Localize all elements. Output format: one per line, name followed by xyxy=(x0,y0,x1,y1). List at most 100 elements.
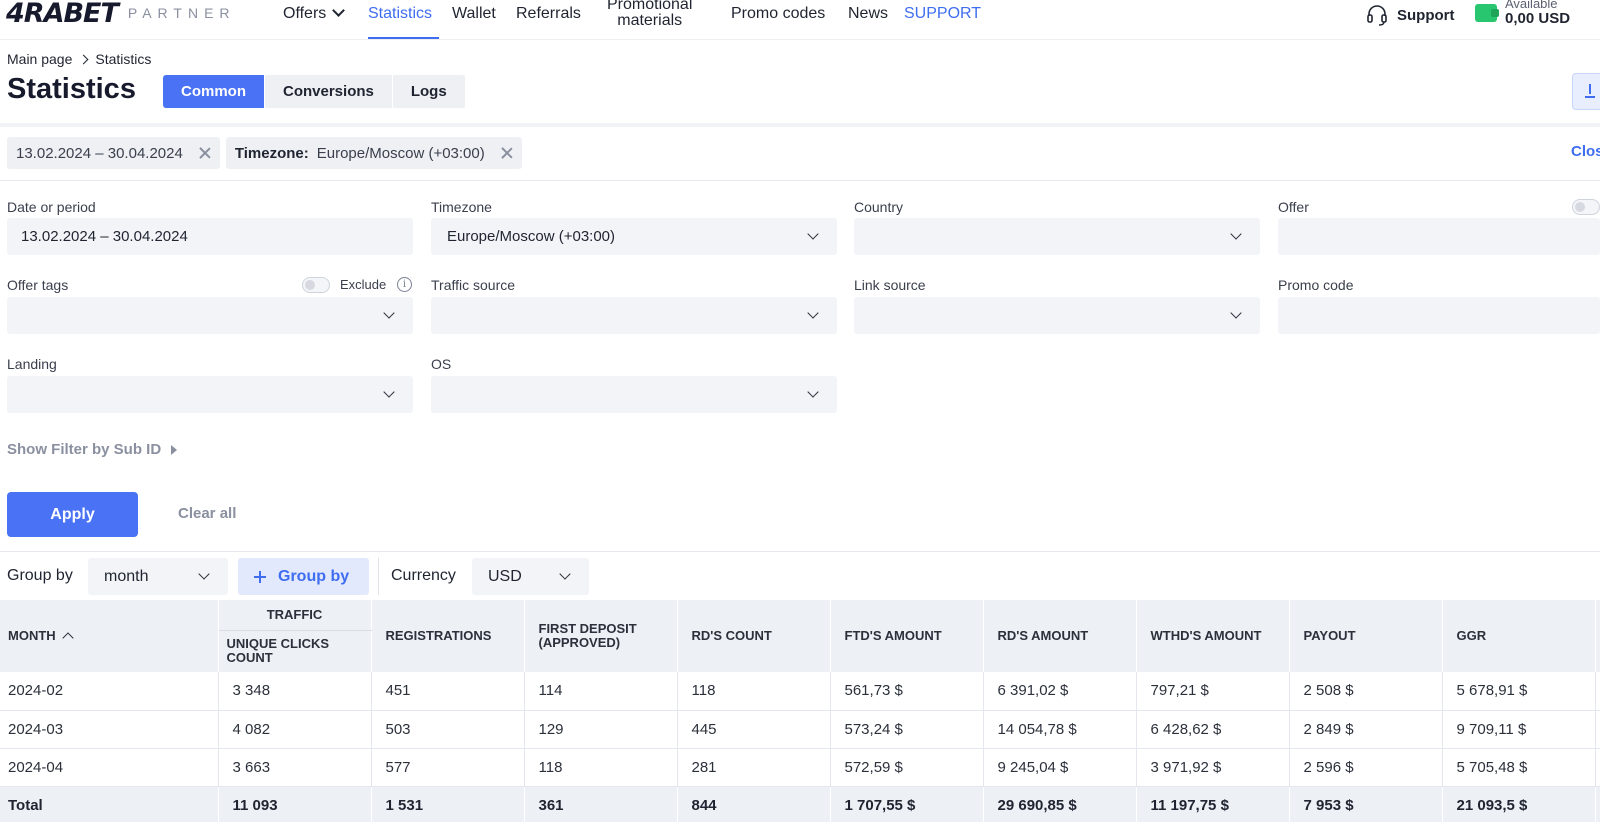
period-chip: 13.02.2024 – 30.04.2024 xyxy=(7,137,220,169)
column-header[interactable]: RD'S AMOUNT xyxy=(983,600,1137,672)
table-cell: 844 xyxy=(677,786,831,822)
tab-conversions[interactable]: Conversions xyxy=(265,75,393,108)
nav-promo-codes[interactable]: Promo codes xyxy=(731,5,825,23)
nav-promo-line-2: materials xyxy=(617,12,683,29)
add-group-by-label: Group by xyxy=(278,567,350,585)
landing-select[interactable] xyxy=(7,376,413,413)
offer-toggle[interactable] xyxy=(1572,199,1600,215)
chevron-down-icon xyxy=(807,386,819,398)
table-cell: 561,73 $ xyxy=(830,672,984,711)
caret-right-icon xyxy=(171,444,178,455)
table-cell: 281 xyxy=(677,748,831,787)
nav-wallet[interactable]: Wallet xyxy=(452,5,496,23)
currency-label: Currency xyxy=(391,567,456,584)
table-cell: Total xyxy=(0,786,219,822)
chevron-down-icon xyxy=(807,228,819,240)
group-by-select[interactable]: month xyxy=(88,558,228,595)
column-header[interactable]: PAYOUT xyxy=(1289,600,1443,672)
column-header-overflow xyxy=(1595,600,1600,672)
column-header[interactable]: REGISTRATIONS xyxy=(371,600,525,672)
promo-code-input[interactable] xyxy=(1278,297,1600,334)
chevron-down-icon xyxy=(559,568,571,580)
balance-amount: 0,00 USD xyxy=(1505,10,1571,27)
table-cell: 6 391,02 $ xyxy=(983,672,1137,711)
nav-promotional-materials[interactable]: Promotional materials xyxy=(607,0,692,29)
info-icon[interactable]: i xyxy=(397,277,412,292)
date-period-value: 13.02.2024 – 30.04.2024 xyxy=(21,228,188,245)
wallet-balance[interactable]: Available 0,00 USD xyxy=(1475,0,1570,26)
table-cell: 7 953 $ xyxy=(1289,786,1443,822)
column-header-month[interactable]: MONTH xyxy=(0,600,219,672)
wallet-icon xyxy=(1475,4,1499,22)
breadcrumb: Main page Statistics xyxy=(7,51,151,67)
divider xyxy=(0,180,1600,181)
os-select[interactable] xyxy=(431,376,837,413)
nav-referrals[interactable]: Referrals xyxy=(516,5,581,23)
date-period-label: Date or period xyxy=(7,199,96,215)
traffic-source-select[interactable] xyxy=(431,297,837,334)
nav-support[interactable]: SUPPORT xyxy=(904,5,981,23)
breadcrumb-home[interactable]: Main page xyxy=(7,51,72,67)
clear-all-link[interactable]: Clear all xyxy=(178,505,236,522)
table-cell: 118 xyxy=(524,748,678,787)
column-header[interactable]: FTD'S AMOUNT xyxy=(830,600,984,672)
apply-button[interactable]: Apply xyxy=(7,492,138,537)
column-group-traffic: TRAFFIC xyxy=(218,600,372,631)
link-source-select[interactable] xyxy=(854,297,1260,334)
currency-select[interactable]: USD xyxy=(472,558,589,595)
nav-statistics[interactable]: Statistics xyxy=(368,5,432,23)
traffic-source-label: Traffic source xyxy=(431,277,516,293)
table-cell: 9 245,04 $ xyxy=(983,748,1137,787)
remove-timezone-icon[interactable] xyxy=(501,147,513,159)
divider xyxy=(0,123,1600,127)
column-header[interactable]: WTHD'S AMOUNT xyxy=(1136,600,1290,672)
support-button[interactable]: Support xyxy=(1365,3,1455,27)
table-cell: 2024-02 xyxy=(0,672,219,711)
tab-logs[interactable]: Logs xyxy=(393,75,466,108)
nav-news[interactable]: News xyxy=(848,5,888,23)
nav-offers[interactable]: Offers xyxy=(283,4,346,23)
tab-common[interactable]: Common xyxy=(163,75,265,108)
offer-select[interactable] xyxy=(1278,218,1600,255)
chevron-down-icon xyxy=(383,386,395,398)
add-group-by-button[interactable]: Group by xyxy=(238,558,369,595)
total-row: Total 11 093 1 531 361 844 1 707,55 $29 690,8… xyxy=(0,786,1600,822)
date-period-input[interactable]: 13.02.2024 – 30.04.2024 xyxy=(7,218,413,255)
table-cell: 129 xyxy=(524,710,678,749)
table-cell: 2024-04 xyxy=(0,748,219,787)
download-button[interactable] xyxy=(1572,73,1600,110)
table-cell: 573,24 $ xyxy=(830,710,984,749)
table-row: 2024-04 3 663 577 118 281 572,59 $9 245,04 $3… xyxy=(0,748,1600,787)
show-subid-filter-link[interactable]: Show Filter by Sub ID xyxy=(7,441,178,458)
column-header[interactable]: UNIQUE CLICKS COUNT xyxy=(218,630,372,672)
exclude-toggle[interactable] xyxy=(302,277,330,293)
close-filters-link[interactable]: Close xyxy=(1571,143,1600,160)
chevron-down-icon xyxy=(1230,228,1242,240)
offer-tags-select[interactable] xyxy=(7,297,413,334)
country-select[interactable] xyxy=(854,218,1260,255)
download-icon xyxy=(1585,84,1595,98)
top-navigation: 4RABET PARTNER Offers Statistics Wallet … xyxy=(0,0,1600,40)
table-cell: 29 690,85 $ xyxy=(983,786,1137,822)
brand-logo[interactable]: 4RABET PARTNER xyxy=(6,0,236,29)
remove-period-icon[interactable] xyxy=(199,147,211,159)
column-header[interactable]: RD'S COUNT xyxy=(677,600,831,672)
timezone-select[interactable]: Europe/Moscow (+03:00) xyxy=(431,218,837,255)
table-cell: 2024-03 xyxy=(0,710,219,749)
table-row: 2024-03 4 082 503 129 445 573,24 $14 054,78 $… xyxy=(0,710,1600,749)
currency-value: USD xyxy=(488,567,522,585)
exclude-label: Exclude xyxy=(340,277,387,292)
table-cell: 11 197,75 $ xyxy=(1136,786,1290,822)
table-cell: 118 xyxy=(677,672,831,711)
column-header[interactable]: FIRST DEPOSIT (APPROVED) xyxy=(524,600,678,672)
chevron-down-icon xyxy=(332,4,346,17)
table-body: 2024-02 3 348 451 114 118 561,73 $6 391,02 $7… xyxy=(0,672,1600,822)
column-header[interactable]: GGR xyxy=(1442,600,1596,672)
active-filters: 13.02.2024 – 30.04.2024 Timezone: Europe… xyxy=(7,137,522,169)
support-label: Support xyxy=(1397,6,1455,24)
logo-partner-text: PARTNER xyxy=(127,5,236,21)
table-cell: 11 093 xyxy=(218,786,372,822)
timezone-chip-label: Timezone: xyxy=(234,144,309,162)
table-cell: 6 428,62 $ xyxy=(1136,710,1290,749)
sort-ascending-icon[interactable] xyxy=(62,632,74,644)
